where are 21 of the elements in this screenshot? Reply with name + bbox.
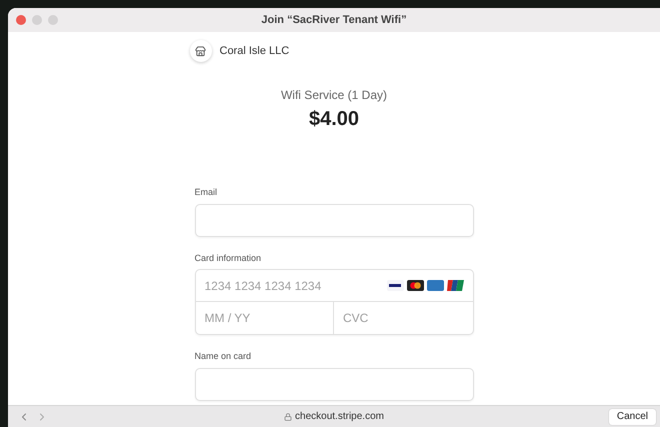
url-text: checkout.stripe.com: [295, 410, 384, 424]
merchant-name: Coral Isle LLC: [220, 44, 290, 59]
mastercard-icon: [406, 280, 424, 291]
email-label: Email: [194, 186, 218, 199]
email-field[interactable]: [194, 204, 474, 236]
card-details-field[interactable]: 1234 1234 1234 1234 MM / YY CVC: [194, 269, 474, 335]
expiry-field[interactable]: MM / YY: [196, 302, 334, 334]
name-on-card-label: Name on card: [194, 350, 252, 363]
card-number-field[interactable]: 1234 1234 1234 1234: [196, 270, 386, 301]
cvc-field[interactable]: CVC: [334, 302, 472, 334]
lock-icon: [284, 412, 292, 420]
cancel-button[interactable]: Cancel: [608, 408, 656, 424]
card-information-label: Card information: [194, 252, 262, 264]
price: $4.00: [308, 107, 360, 132]
minimize-button[interactable]: [32, 15, 42, 25]
name-on-card-field[interactable]: [194, 368, 474, 400]
zoom-button[interactable]: [48, 15, 58, 25]
close-button[interactable]: [16, 15, 26, 25]
window-title: Join “SacRiver Tenant Wifi”: [261, 12, 407, 28]
store-icon: [190, 40, 212, 62]
product-name: Wifi Service (1 Day): [280, 87, 387, 104]
